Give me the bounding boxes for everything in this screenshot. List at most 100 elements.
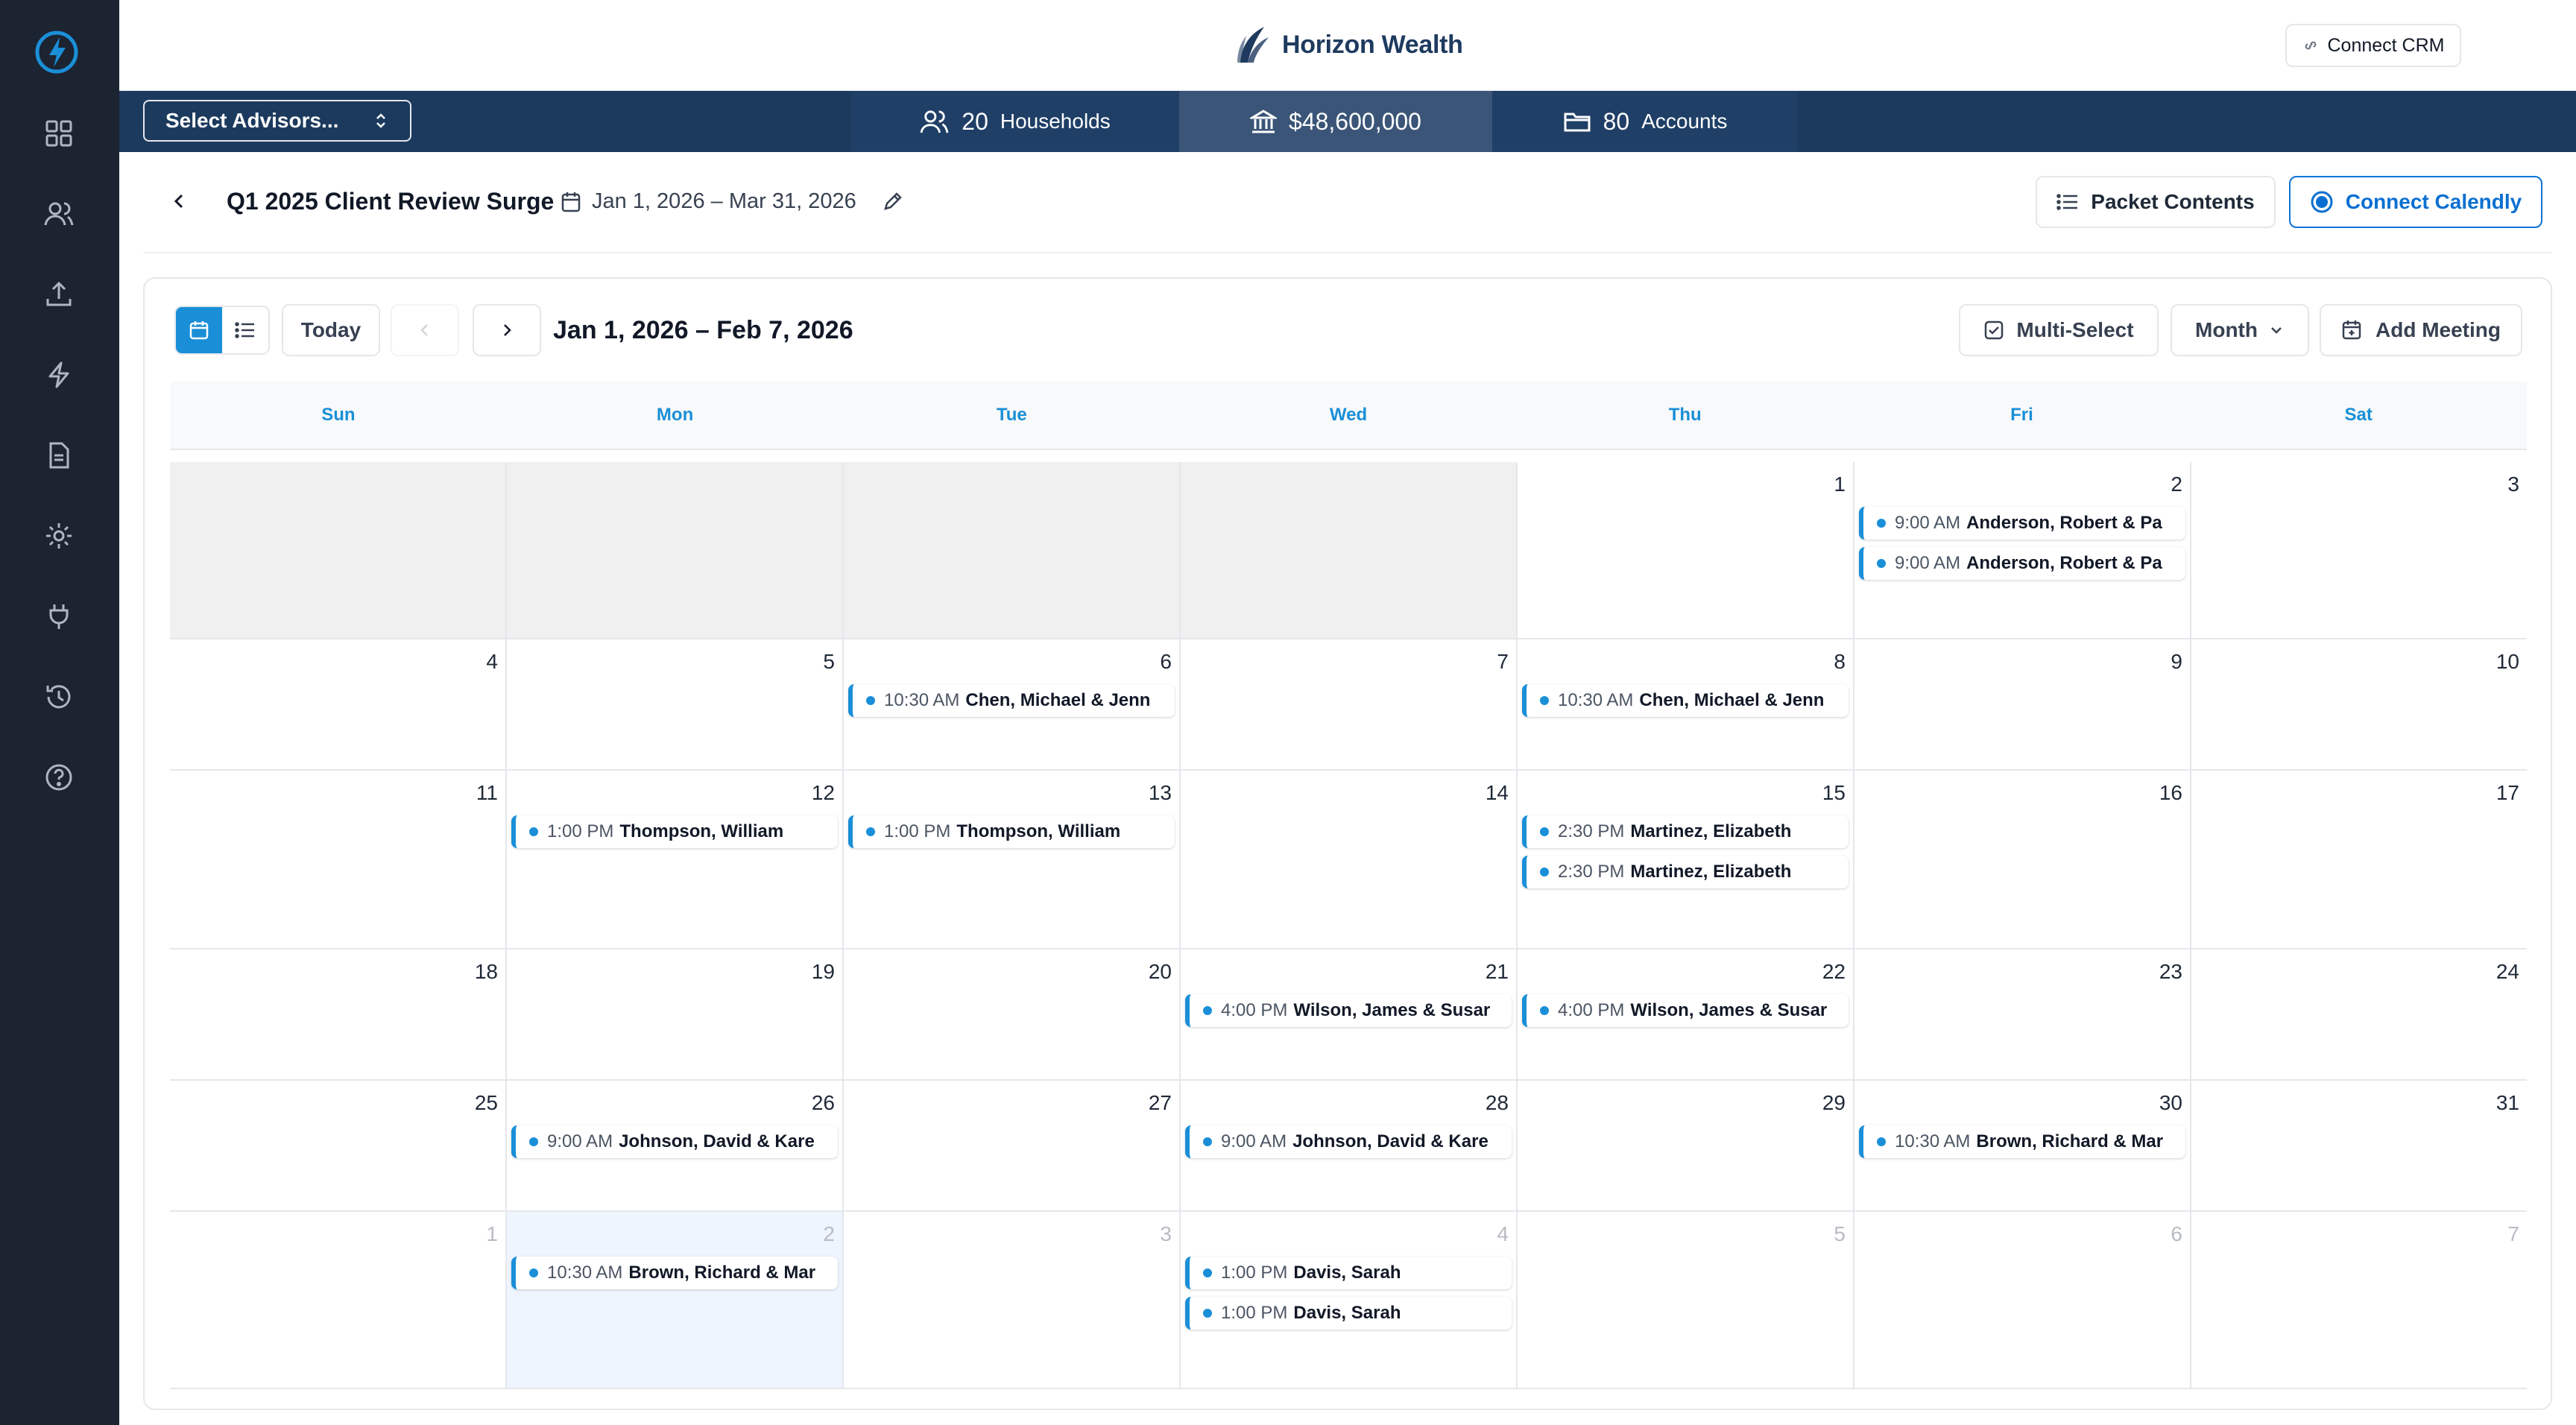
day-cell[interactable]: 2 10:30 AM Brown, Richard & Mar bbox=[505, 1212, 842, 1388]
day-cell[interactable]: 20 bbox=[842, 950, 1179, 1079]
dashboard-icon[interactable] bbox=[40, 115, 78, 152]
back-button[interactable] bbox=[165, 188, 192, 215]
day-cell[interactable]: 5 bbox=[505, 639, 842, 769]
event-chip[interactable]: 10:30 AM Brown, Richard & Mar bbox=[1859, 1125, 2185, 1158]
event-chip[interactable]: 9:00 AM Johnson, David & Kare bbox=[1185, 1125, 1512, 1158]
stat-aum[interactable]: $48,600,000 bbox=[1179, 91, 1492, 152]
day-cell[interactable]: 16 bbox=[1853, 771, 2190, 948]
day-cell[interactable]: 23 bbox=[1853, 950, 2190, 1079]
day-cell[interactable]: 22 4:00 PM Wilson, James & Susar bbox=[1516, 950, 1853, 1079]
stat-accounts[interactable]: 80 Accounts bbox=[1492, 91, 1798, 152]
week-row: 18 19 20 21 4:00 PM Wilson, James & Susar 22 4:… bbox=[170, 950, 2527, 1081]
day-cell[interactable]: 7 bbox=[1179, 639, 1516, 769]
today-button[interactable]: Today bbox=[282, 304, 380, 356]
day-cell[interactable]: 27 bbox=[842, 1081, 1179, 1210]
event-title: Thompson, William bbox=[619, 821, 784, 841]
day-cell[interactable]: 4 bbox=[170, 639, 505, 769]
chevron-down-icon bbox=[2271, 327, 2282, 334]
day-cell[interactable]: 15 2:30 PM Martinez, Elizabeth 2:30 PM Marti… bbox=[1516, 771, 1853, 948]
day-cell[interactable] bbox=[170, 462, 505, 638]
event-time: 10:30 AM bbox=[884, 690, 960, 710]
document-icon[interactable] bbox=[40, 437, 78, 474]
event-chip[interactable]: 4:00 PM Wilson, James & Susar bbox=[1185, 994, 1512, 1027]
day-cell[interactable] bbox=[842, 462, 1179, 638]
day-cell[interactable]: 26 9:00 AM Johnson, David & Kare bbox=[505, 1081, 842, 1210]
help-icon[interactable] bbox=[40, 759, 78, 796]
day-cell[interactable]: 7 bbox=[2190, 1212, 2527, 1388]
packet-contents-button[interactable]: Packet Contents bbox=[2036, 176, 2276, 228]
day-cell[interactable]: 11 bbox=[170, 771, 505, 948]
multi-select-button[interactable]: Multi-Select bbox=[1959, 304, 2159, 356]
day-cell[interactable]: 12 1:00 PM Thompson, William bbox=[505, 771, 842, 948]
day-cell[interactable]: 24 bbox=[2190, 950, 2527, 1079]
week-row: 11 12 1:00 PM Thompson, William 13 1:00 PM Tho… bbox=[170, 771, 2527, 950]
settings-icon[interactable] bbox=[40, 517, 78, 554]
event-chip[interactable]: 10:30 AM Chen, Michael & Jenn bbox=[848, 684, 1175, 717]
day-cell[interactable]: 4 1:00 PM Davis, Sarah 1:00 PM Davis, Sarah bbox=[1179, 1212, 1516, 1388]
history-icon[interactable] bbox=[40, 678, 78, 715]
event-chip[interactable]: 1:00 PM Thompson, William bbox=[511, 815, 838, 848]
day-cell[interactable] bbox=[1179, 462, 1516, 638]
day-cell[interactable]: 3 bbox=[842, 1212, 1179, 1388]
event-chip[interactable]: 9:00 AM Anderson, Robert & Pa bbox=[1859, 547, 2185, 580]
connect-crm-button[interactable]: Connect CRM bbox=[2285, 24, 2461, 67]
day-cell[interactable]: 31 bbox=[2190, 1081, 2527, 1210]
app-logo-icon[interactable] bbox=[33, 28, 80, 76]
day-cell[interactable]: 6 10:30 AM Chen, Michael & Jenn bbox=[842, 639, 1179, 769]
day-cell[interactable]: 2 9:00 AM Anderson, Robert & Pa 9:00 AM Ande… bbox=[1853, 462, 2190, 638]
event-title: Martinez, Elizabeth bbox=[1630, 821, 1792, 841]
page-title: Q1 2025 Client Review Surge bbox=[227, 188, 555, 215]
event-chip[interactable]: 1:00 PM Thompson, William bbox=[848, 815, 1175, 848]
event-chip[interactable]: 10:30 AM Chen, Michael & Jenn bbox=[1522, 684, 1849, 717]
day-cell[interactable]: 3 bbox=[2190, 462, 2527, 638]
weekday-header: Sun Mon Tue Wed Thu Fri Sat bbox=[170, 382, 2527, 450]
event-chip[interactable]: 9:00 AM Johnson, David & Kare bbox=[511, 1125, 838, 1158]
connect-calendly-button[interactable]: Connect Calendly bbox=[2289, 176, 2542, 228]
event-chip[interactable]: 1:00 PM Davis, Sarah bbox=[1185, 1257, 1512, 1289]
event-list: 10:30 AM Chen, Michael & Jenn bbox=[1522, 684, 1849, 717]
day-cell[interactable]: 18 bbox=[170, 950, 505, 1079]
event-chip[interactable]: 1:00 PM Davis, Sarah bbox=[1185, 1297, 1512, 1330]
users-icon[interactable] bbox=[40, 195, 78, 233]
bolt-icon[interactable] bbox=[40, 356, 78, 394]
day-cell[interactable]: 30 10:30 AM Brown, Richard & Mar bbox=[1853, 1081, 2190, 1210]
day-cell[interactable]: 21 4:00 PM Wilson, James & Susar bbox=[1179, 950, 1516, 1079]
event-list: 1:00 PM Thompson, William bbox=[848, 815, 1175, 848]
upload-icon[interactable] bbox=[40, 276, 78, 313]
stat-households[interactable]: 20 Households bbox=[851, 91, 1179, 152]
event-chip[interactable]: 2:30 PM Martinez, Elizabeth bbox=[1522, 856, 1849, 888]
next-button[interactable] bbox=[473, 304, 541, 356]
day-cell[interactable]: 17 bbox=[2190, 771, 2527, 948]
day-cell[interactable]: 8 10:30 AM Chen, Michael & Jenn bbox=[1516, 639, 1853, 769]
event-chip[interactable]: 2:30 PM Martinez, Elizabeth bbox=[1522, 815, 1849, 848]
day-cell[interactable]: 14 bbox=[1179, 771, 1516, 948]
previous-button[interactable] bbox=[391, 304, 459, 356]
event-chip[interactable]: 10:30 AM Brown, Richard & Mar bbox=[511, 1257, 838, 1289]
brand-logo[interactable]: Horizon Wealth bbox=[1234, 21, 1463, 69]
day-cell[interactable] bbox=[505, 462, 842, 638]
view-select[interactable]: Month bbox=[2171, 304, 2309, 356]
day-cell[interactable]: 6 bbox=[1853, 1212, 2190, 1388]
day-cell[interactable]: 29 bbox=[1516, 1081, 1853, 1210]
event-chip[interactable]: 9:00 AM Anderson, Robert & Pa bbox=[1859, 507, 2185, 540]
day-cell[interactable]: 19 bbox=[505, 950, 842, 1079]
day-cell[interactable]: 5 bbox=[1516, 1212, 1853, 1388]
plug-icon[interactable] bbox=[40, 598, 78, 635]
day-cell[interactable]: 1 bbox=[170, 1212, 505, 1388]
left-rail bbox=[0, 0, 119, 1425]
advisor-select[interactable]: Select Advisors... bbox=[143, 100, 411, 142]
event-chip[interactable]: 4:00 PM Wilson, James & Susar bbox=[1522, 994, 1849, 1027]
day-cell[interactable]: 10 bbox=[2190, 639, 2527, 769]
event-time: 1:00 PM bbox=[1221, 1263, 1288, 1283]
day-cell[interactable]: 13 1:00 PM Thompson, William bbox=[842, 771, 1179, 948]
day-cell[interactable]: 9 bbox=[1853, 639, 2190, 769]
calendar-view-toggle[interactable] bbox=[176, 307, 222, 353]
weekday-label: Fri bbox=[2010, 405, 2033, 425]
edit-campaign-button[interactable] bbox=[880, 188, 906, 215]
stats-bar: Select Advisors... 20 Households $48,600… bbox=[119, 91, 2576, 152]
day-cell[interactable]: 28 9:00 AM Johnson, David & Kare bbox=[1179, 1081, 1516, 1210]
list-view-toggle[interactable] bbox=[222, 307, 268, 353]
day-cell[interactable]: 25 bbox=[170, 1081, 505, 1210]
day-cell[interactable]: 1 bbox=[1516, 462, 1853, 638]
add-meeting-button[interactable]: Add Meeting bbox=[2320, 304, 2522, 356]
